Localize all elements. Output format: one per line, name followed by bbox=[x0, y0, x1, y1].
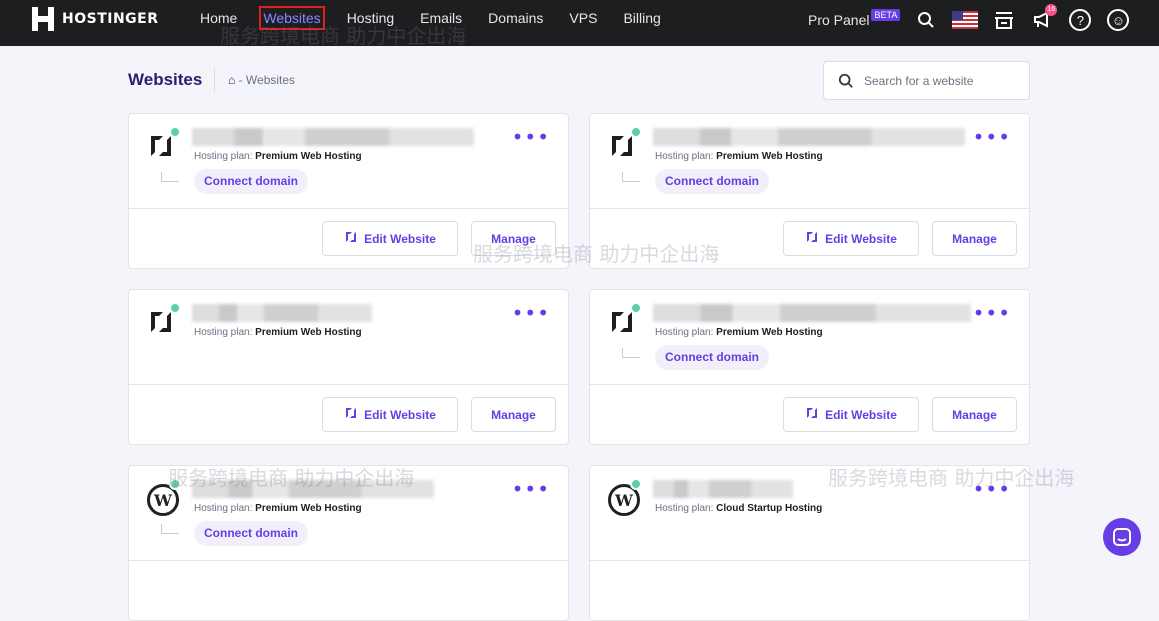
edit-website-button[interactable]: Edit Website bbox=[783, 221, 919, 256]
status-dot bbox=[630, 302, 642, 314]
notification-badge: 16 bbox=[1045, 4, 1058, 16]
more-options-icon[interactable]: ••• bbox=[512, 127, 550, 147]
hosting-plan: Hosting plan: Premium Web Hosting bbox=[194, 503, 362, 514]
beta-badge: BETA bbox=[871, 9, 901, 21]
breadcrumb: ⌂ - Websites bbox=[228, 73, 295, 87]
connect-domain-button[interactable]: Connect domain bbox=[655, 345, 770, 370]
website-card: Hosting plan: Premium Web Hosting Connect… bbox=[128, 113, 569, 269]
manage-button[interactable]: Manage bbox=[932, 397, 1017, 432]
card-header: Hosting plan: Premium Web Hosting Connect… bbox=[129, 114, 568, 209]
search-icon bbox=[838, 73, 853, 88]
edit-website-button[interactable]: Edit Website bbox=[783, 397, 919, 432]
nav-home[interactable]: Home bbox=[200, 10, 237, 26]
website-card: W Hosting plan: Premium Web Hosting Connec… bbox=[128, 465, 569, 621]
nav-emails[interactable]: Emails bbox=[420, 10, 462, 26]
tree-connector bbox=[161, 172, 179, 182]
tree-connector bbox=[622, 348, 640, 358]
main-nav: Home Websites Hosting Emails Domains VPS… bbox=[200, 6, 687, 30]
more-options-icon[interactable]: ••• bbox=[973, 479, 1011, 499]
website-card: Hosting plan: Premium Web Hosting ••• Edit… bbox=[128, 289, 569, 445]
top-nav-bar: HOSTINGER Home Websites Hosting Emails D… bbox=[0, 0, 1159, 46]
manage-button[interactable]: Manage bbox=[471, 397, 556, 432]
more-options-icon[interactable]: ••• bbox=[512, 303, 550, 323]
chat-icon bbox=[1113, 528, 1131, 546]
more-options-icon[interactable]: ••• bbox=[973, 127, 1011, 147]
website-card: Hosting plan: Premium Web Hosting Connect… bbox=[589, 113, 1030, 269]
nav-billing[interactable]: Billing bbox=[623, 10, 660, 26]
website-name-redacted bbox=[192, 304, 372, 322]
website-name-redacted bbox=[653, 480, 793, 498]
search-icon[interactable] bbox=[914, 8, 938, 32]
page-title: Websites bbox=[128, 70, 203, 89]
connect-domain-button[interactable]: Connect domain bbox=[194, 521, 309, 546]
us-flag-icon[interactable] bbox=[952, 11, 979, 29]
nav-vps[interactable]: VPS bbox=[569, 10, 597, 26]
tree-connector bbox=[622, 172, 640, 182]
hosting-plan: Hosting plan: Premium Web Hosting bbox=[194, 327, 362, 338]
hosting-plan: Hosting plan: Premium Web Hosting bbox=[655, 151, 823, 162]
hosting-plan: Hosting plan: Premium Web Hosting bbox=[655, 327, 823, 338]
website-name-redacted bbox=[653, 304, 971, 322]
search-placeholder: Search for a website bbox=[864, 73, 974, 88]
card-header: Hosting plan: Premium Web Hosting Connect… bbox=[590, 290, 1029, 385]
account-icon[interactable]: ☺ bbox=[1106, 8, 1130, 32]
status-dot bbox=[630, 478, 642, 490]
nav-hosting[interactable]: Hosting bbox=[347, 10, 394, 26]
store-icon[interactable] bbox=[992, 8, 1016, 32]
status-dot bbox=[630, 126, 642, 138]
connect-domain-button[interactable]: Connect domain bbox=[655, 169, 770, 194]
divider bbox=[214, 68, 215, 92]
website-card: W Hosting plan: Cloud Startup Hosting ••• bbox=[589, 465, 1030, 621]
brand-name: HOSTINGER bbox=[62, 11, 159, 27]
hosting-plan: Hosting plan: Cloud Startup Hosting bbox=[655, 503, 823, 514]
card-header: Hosting plan: Premium Web Hosting Connect… bbox=[590, 114, 1029, 209]
hostinger-logo-icon bbox=[32, 7, 54, 31]
manage-button[interactable]: Manage bbox=[471, 221, 556, 256]
breadcrumb-current: - Websites bbox=[238, 73, 296, 87]
builder-icon bbox=[344, 406, 358, 423]
help-icon[interactable]: ? bbox=[1068, 8, 1092, 32]
nav-websites[interactable]: Websites bbox=[259, 6, 325, 30]
website-card: Hosting plan: Premium Web Hosting Connect… bbox=[589, 289, 1030, 445]
more-options-icon[interactable]: ••• bbox=[973, 303, 1011, 323]
home-icon[interactable]: ⌂ bbox=[228, 73, 235, 87]
edit-website-button[interactable]: Edit Website bbox=[322, 397, 458, 432]
builder-icon bbox=[344, 230, 358, 247]
connect-domain-button[interactable]: Connect domain bbox=[194, 169, 309, 194]
website-name-redacted bbox=[653, 128, 965, 146]
status-dot bbox=[169, 478, 181, 490]
website-name-redacted bbox=[192, 128, 474, 146]
hosting-plan: Hosting plan: Premium Web Hosting bbox=[194, 151, 362, 162]
card-header: W Hosting plan: Premium Web Hosting Connec… bbox=[129, 466, 568, 561]
edit-website-button[interactable]: Edit Website bbox=[322, 221, 458, 256]
status-dot bbox=[169, 302, 181, 314]
search-input[interactable]: Search for a website bbox=[823, 61, 1030, 100]
tree-connector bbox=[161, 524, 179, 534]
hostinger-logo[interactable]: HOSTINGER bbox=[32, 7, 159, 31]
card-header: Hosting plan: Premium Web Hosting ••• bbox=[129, 290, 568, 385]
manage-button[interactable]: Manage bbox=[932, 221, 1017, 256]
nav-domains[interactable]: Domains bbox=[488, 10, 543, 26]
megaphone-icon[interactable]: 16 bbox=[1030, 4, 1058, 32]
pro-panel-link[interactable]: Pro Panel bbox=[808, 12, 869, 28]
card-header: W Hosting plan: Cloud Startup Hosting ••• bbox=[590, 466, 1029, 561]
website-name-redacted bbox=[192, 480, 434, 498]
builder-icon bbox=[805, 230, 819, 247]
builder-icon bbox=[805, 406, 819, 423]
more-options-icon[interactable]: ••• bbox=[512, 479, 550, 499]
chat-button[interactable] bbox=[1103, 518, 1141, 556]
status-dot bbox=[169, 126, 181, 138]
